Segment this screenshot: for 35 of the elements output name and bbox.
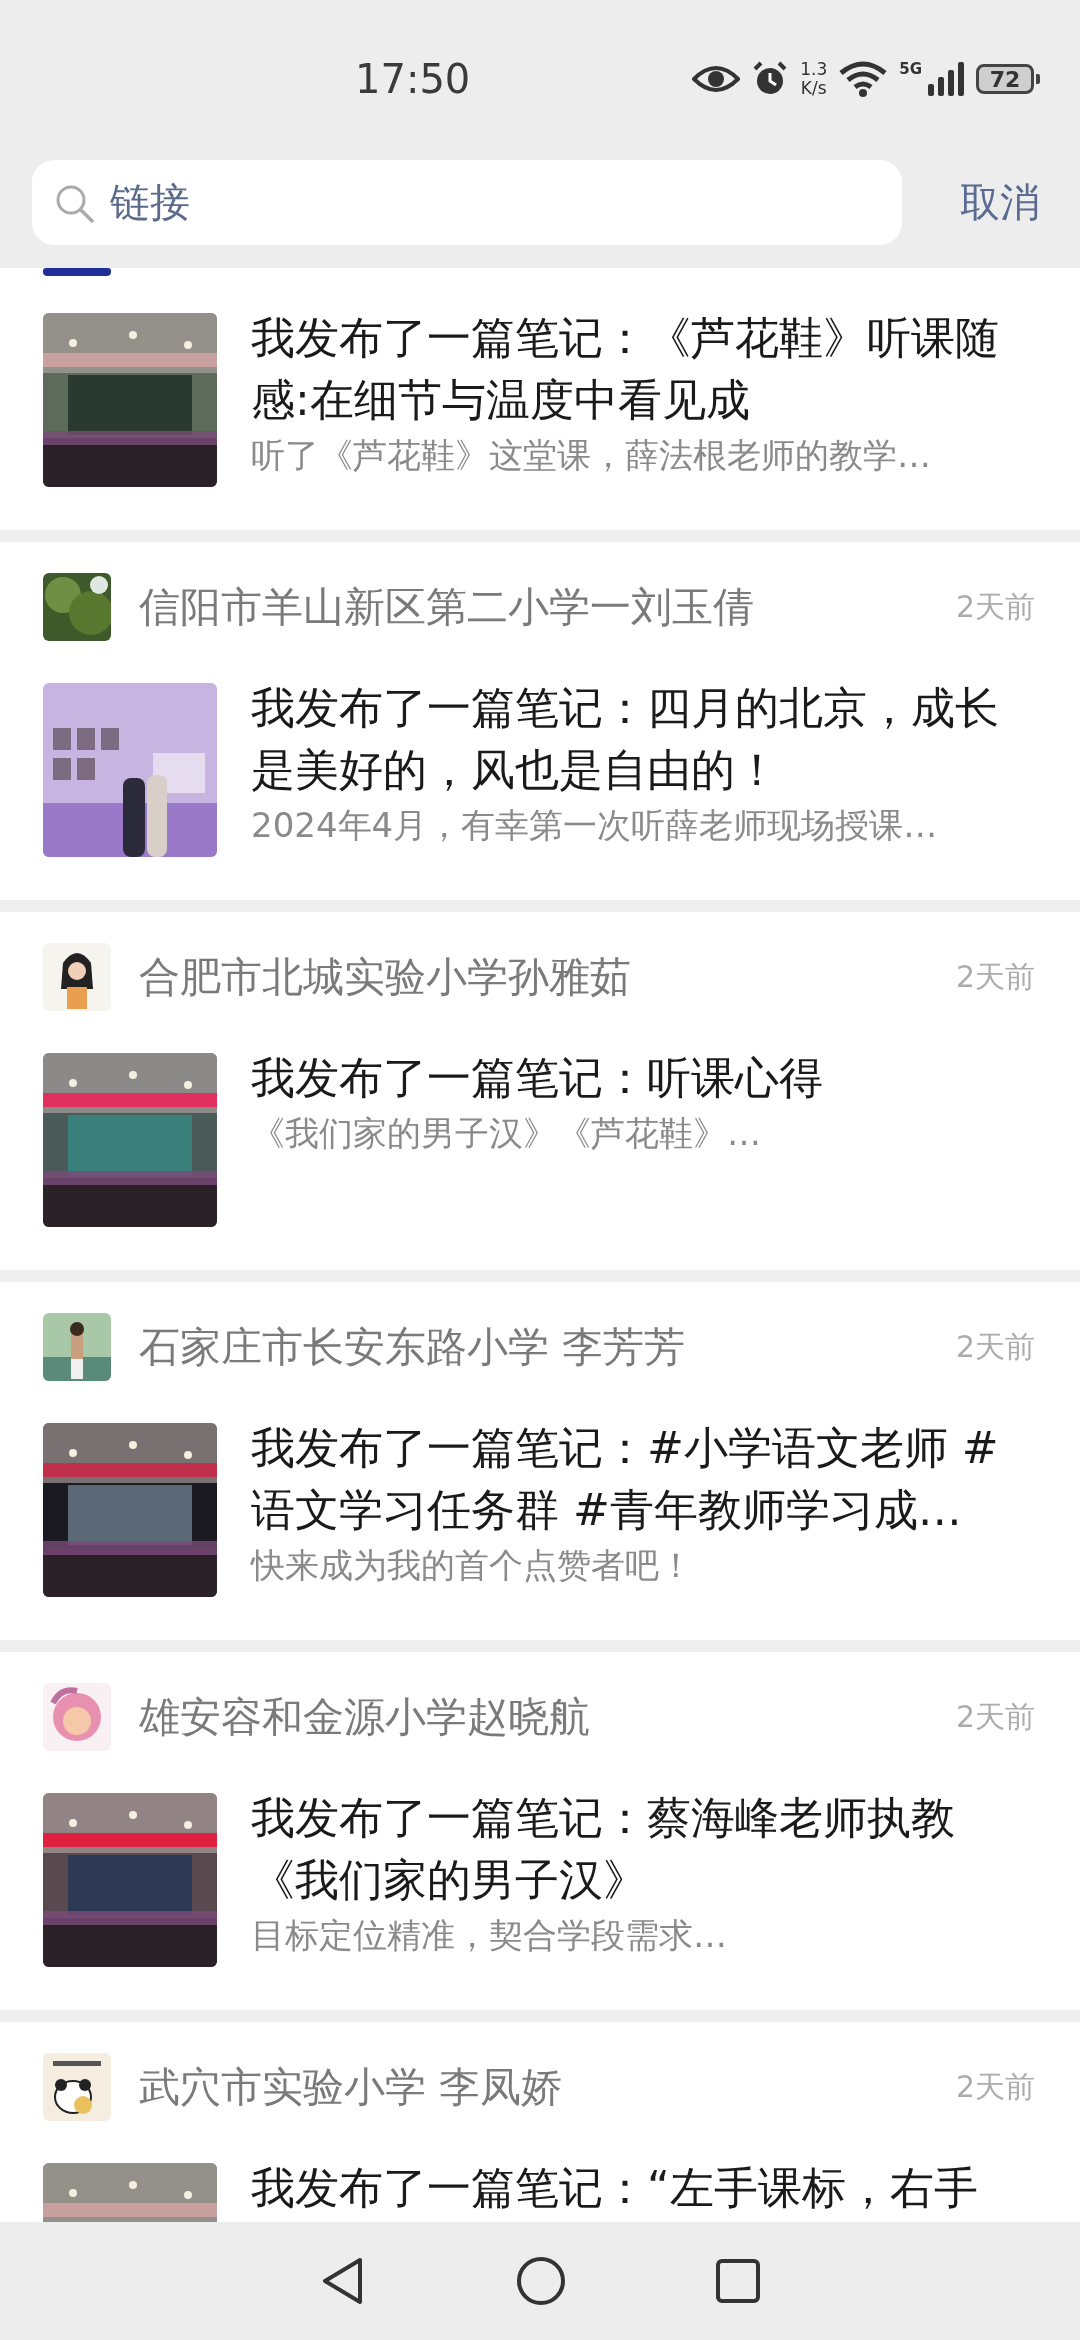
post-snippet: 听了《芦花鞋》这堂课，薛法根老师的教学… bbox=[251, 434, 932, 477]
network-type: 5G bbox=[899, 60, 922, 78]
battery-level: 72 bbox=[976, 64, 1034, 94]
post-title[interactable]: 我发布了一篇笔记：《芦花鞋》听课随感:在细节与温度中看见成 bbox=[251, 307, 1035, 431]
author-name[interactable]: 石家庄市长安东路小学 李芳芳 bbox=[139, 1319, 686, 1375]
post-title[interactable]: 我发布了一篇笔记：蔡海峰老师执教《我们家的男子汉》 bbox=[251, 1787, 1035, 1911]
post-title[interactable]: 我发布了一篇笔记：#小学语文老师 #语文学习任务群 #青年教师学习成… bbox=[251, 1417, 1035, 1541]
signal-icon bbox=[928, 62, 964, 96]
post-snippet: 目标定位精准，契合学段需求… bbox=[251, 1914, 728, 1957]
post-title[interactable]: 我发布了一篇笔记：听课心得 bbox=[251, 1047, 1035, 1109]
post-time: 2天前 bbox=[955, 2067, 1035, 2106]
post-time: 2天前 bbox=[955, 1697, 1035, 1736]
post-time: 2天前 bbox=[955, 957, 1035, 996]
speed-value: 1.3 bbox=[800, 60, 828, 79]
eye-icon bbox=[692, 63, 741, 95]
cancel-button[interactable]: 取消 bbox=[952, 175, 1048, 230]
alarm-icon bbox=[752, 61, 789, 97]
author-name[interactable]: 雄安容和金源小学赵晓航 bbox=[139, 1689, 590, 1745]
post-snippet: 2024年4月，有幸第一次听薛老师现场授课… bbox=[251, 804, 939, 847]
recents-button[interactable] bbox=[716, 2259, 760, 2303]
post-time: 2天前 bbox=[955, 587, 1035, 626]
author-name[interactable]: 信阳市羊山新区第二小学一刘玉倩 bbox=[139, 579, 754, 635]
post-time: 2天前 bbox=[955, 1327, 1035, 1366]
post-snippet: 快来成为我的首个点赞者吧！ bbox=[251, 1544, 694, 1587]
author-name[interactable]: 合肥市北城实验小学孙雅茹 bbox=[139, 949, 631, 1005]
home-button[interactable] bbox=[516, 2256, 566, 2306]
post-title[interactable]: 我发布了一篇笔记：四月的北京，成长是美好的，风也是自由的！ bbox=[251, 677, 1035, 801]
wifi-icon bbox=[839, 61, 888, 97]
search-field[interactable]: 链接 bbox=[110, 179, 810, 226]
search-bar[interactable]: 链接 bbox=[32, 160, 902, 245]
author-name[interactable]: 武穴市实验小学 李凤娇 bbox=[139, 2059, 563, 2115]
speed-unit: K/s bbox=[800, 79, 827, 98]
post-snippet: 《我们家的男子汉》《芦花鞋》… bbox=[251, 1112, 762, 1155]
clock-time: 17:50 bbox=[355, 56, 471, 102]
post-title[interactable]: 我发布了一篇笔记：“左手课标，右手 bbox=[251, 2157, 1035, 2219]
